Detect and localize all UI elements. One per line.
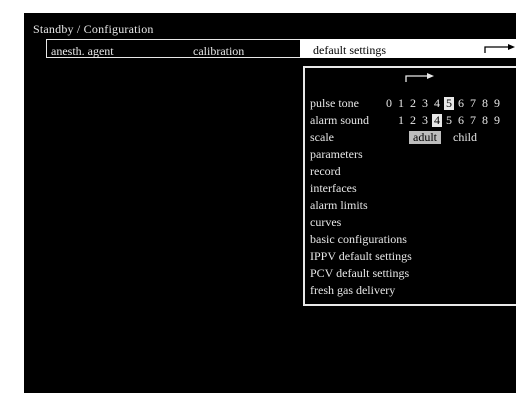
pulse-tone-option[interactable]: 5 [444,97,454,110]
pulse-tone-option[interactable]: 3 [420,96,430,111]
tab-default-settings-label: default settings [313,43,386,57]
alarm-sound-option[interactable]: 6 [456,113,466,128]
pulse-tone-option[interactable]: 2 [408,96,418,111]
menu-item-scale[interactable]: scale [310,130,334,145]
pulse-tone-option[interactable]: 4 [432,96,442,111]
alarm-sound-option[interactable]: 3 [420,113,430,128]
alarm-sound-option[interactable]: 5 [444,113,454,128]
menu-item-pulse-tone[interactable]: pulse tone [310,96,359,111]
page-title: Standby / Configuration [33,22,154,36]
pulse-tone-label: pulse tone [310,96,359,110]
alarm-sound-option[interactable]: 9 [492,113,502,128]
menu-item-record[interactable]: record [310,164,341,179]
scale-option-adult[interactable]: adult [409,131,441,144]
menu-item-alarm-limits[interactable]: alarm limits [310,198,368,213]
scale-label: scale [310,130,334,144]
menu-item-ippv-default-settings[interactable]: IPPV default settings [310,249,412,264]
pulse-tone-option[interactable]: 1 [396,96,406,111]
alarm-sound-option[interactable]: 8 [480,113,490,128]
menu-item-pcv-default-settings[interactable]: PCV default settings [310,266,409,281]
menu-item-parameters[interactable]: parameters [310,147,363,162]
alarm-sound-option[interactable]: 1 [396,113,406,128]
pulse-tone-option[interactable]: 6 [456,96,466,111]
menu-item-interfaces[interactable]: interfaces [310,181,357,196]
pulse-tone-option[interactable]: 9 [492,96,502,111]
alarm-sound-option[interactable]: 2 [408,113,418,128]
alarm-sound-label: alarm sound [310,113,369,127]
menu-item-alarm-sound[interactable]: alarm sound [310,113,369,128]
menu-item-basic-configurations[interactable]: basic configurations [310,232,407,247]
tab-calibration[interactable]: calibration [193,44,244,59]
pulse-tone-option[interactable]: 8 [480,96,490,111]
right-arrow-icon [484,44,515,53]
menu-item-curves[interactable]: curves [310,215,341,230]
panel-arrow-icon [405,73,434,82]
tab-anesth-agent[interactable]: anesth. agent [51,44,114,59]
menu-item-fresh-gas-delivery[interactable]: fresh gas delivery [310,283,395,298]
alarm-sound-option[interactable]: 4 [432,114,442,127]
alarm-sound-option[interactable]: 7 [468,113,478,128]
pulse-tone-option[interactable]: 0 [384,96,394,111]
scale-option-child[interactable]: child [449,131,481,144]
pulse-tone-option[interactable]: 7 [468,96,478,111]
